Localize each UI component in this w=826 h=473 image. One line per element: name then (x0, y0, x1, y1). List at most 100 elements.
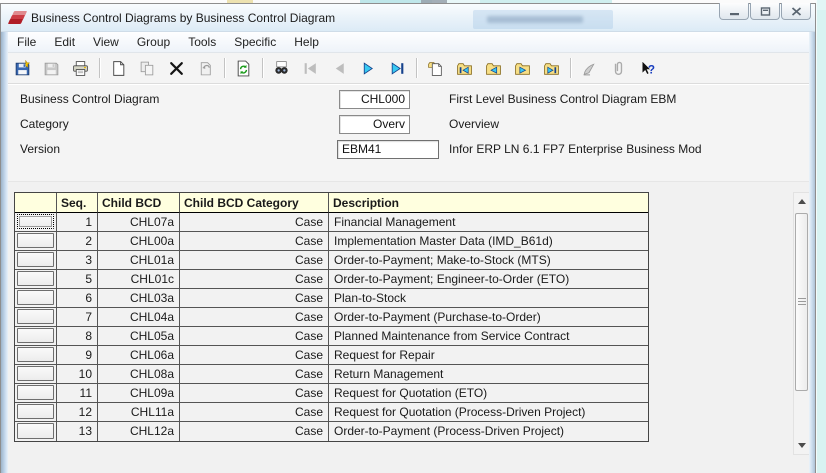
cell-seq[interactable]: 8 (57, 327, 98, 346)
row-selector-button[interactable] (17, 366, 54, 381)
menu-item-specific[interactable]: Specific (225, 32, 285, 52)
menu-item-group[interactable]: Group (128, 32, 179, 52)
scrollbar-thumb[interactable] (795, 213, 808, 391)
last-record-button[interactable] (383, 55, 412, 81)
cell-category[interactable]: Case (180, 384, 329, 403)
cell-child-bcd[interactable]: CHL11a (98, 403, 180, 422)
cell-seq[interactable]: 11 (57, 384, 98, 403)
cell-description[interactable]: Financial Management (329, 213, 648, 232)
context-help-button[interactable]: ? (633, 55, 662, 81)
close-icon (791, 7, 802, 16)
cell-seq[interactable]: 7 (57, 308, 98, 327)
cell-category[interactable]: Case (180, 403, 329, 422)
row-selector-cell (15, 422, 57, 441)
row-selector-button[interactable] (17, 252, 54, 267)
new-record-button[interactable] (104, 55, 133, 81)
cell-seq[interactable]: 5 (57, 270, 98, 289)
scroll-down-button[interactable] (794, 438, 809, 453)
scroll-up-button[interactable] (794, 194, 809, 209)
row-selector-button[interactable] (17, 271, 54, 286)
cell-child-bcd[interactable]: CHL03a (98, 289, 180, 308)
app-icon[interactable] (9, 10, 27, 26)
minimize-button[interactable] (719, 3, 749, 20)
row-selector-button[interactable] (17, 214, 54, 229)
cell-category[interactable]: Case (180, 251, 329, 270)
restore-button[interactable] (750, 3, 780, 20)
cell-child-bcd[interactable]: CHL07a (98, 213, 180, 232)
menu-item-edit[interactable]: Edit (45, 32, 84, 52)
find-button[interactable] (267, 55, 296, 81)
row-selector-button[interactable] (17, 385, 54, 400)
version-field[interactable]: EBM41 (337, 140, 439, 159)
refresh-button[interactable] (229, 55, 258, 81)
cell-child-bcd[interactable]: CHL12a (98, 422, 180, 441)
cell-child-bcd[interactable]: CHL04a (98, 308, 180, 327)
category-field[interactable]: Overv (339, 115, 410, 134)
next-record-button[interactable] (354, 55, 383, 81)
row-selector-button[interactable] (17, 233, 54, 248)
last-group-button[interactable] (537, 55, 566, 81)
row-selector-button[interactable] (17, 423, 54, 439)
delete-button[interactable] (162, 55, 191, 81)
cell-category[interactable]: Case (180, 232, 329, 251)
cell-description[interactable]: Implementation Master Data (IMD_B61d) (329, 232, 648, 251)
cell-category[interactable]: Case (180, 213, 329, 232)
save-and-exit-button[interactable] (8, 55, 37, 81)
cell-category[interactable]: Case (180, 270, 329, 289)
grid-body: 1CHL07aCaseFinancial Management2CHL00aCa… (15, 213, 648, 441)
new-group-button[interactable] (421, 55, 450, 81)
bcd-label: Business Control Diagram (20, 92, 159, 106)
cell-description[interactable]: Order-to-Payment (Purchase-to-Order) (329, 308, 648, 327)
cell-category[interactable]: Case (180, 327, 329, 346)
cell-description[interactable]: Order-to-Payment (Process-Driven Project… (329, 422, 648, 441)
cell-child-bcd[interactable]: CHL01c (98, 270, 180, 289)
cell-description[interactable]: Request for Repair (329, 346, 648, 365)
cell-seq[interactable]: 1 (57, 213, 98, 232)
cell-seq[interactable]: 6 (57, 289, 98, 308)
cell-child-bcd[interactable]: CHL00a (98, 232, 180, 251)
menu-item-help[interactable]: Help (285, 32, 328, 52)
close-button[interactable] (781, 3, 811, 20)
row-selector-button[interactable] (17, 328, 54, 343)
cell-child-bcd[interactable]: CHL09a (98, 384, 180, 403)
save-icon (43, 60, 60, 77)
cell-category[interactable]: Case (180, 346, 329, 365)
cell-seq[interactable]: 10 (57, 365, 98, 384)
cell-category[interactable]: Case (180, 289, 329, 308)
cell-category[interactable]: Case (180, 308, 329, 327)
menu-item-view[interactable]: View (84, 32, 128, 52)
cell-description[interactable]: Request for Quotation (ETO) (329, 384, 648, 403)
cell-child-bcd[interactable]: CHL08a (98, 365, 180, 384)
cell-seq[interactable]: 2 (57, 232, 98, 251)
cell-category[interactable]: Case (180, 365, 329, 384)
revert-button (191, 55, 220, 81)
cell-child-bcd[interactable]: CHL06a (98, 346, 180, 365)
row-selector-button[interactable] (17, 290, 54, 305)
first-group-button[interactable] (450, 55, 479, 81)
cell-description[interactable]: Plan-to-Stock (329, 289, 648, 308)
bcd-field[interactable]: CHL000 (339, 90, 410, 109)
cell-child-bcd[interactable]: CHL01a (98, 251, 180, 270)
cell-seq[interactable]: 12 (57, 403, 98, 422)
cell-seq[interactable]: 13 (57, 422, 98, 441)
cell-description[interactable]: Order-to-Payment; Make-to-Stock (MTS) (329, 251, 648, 270)
cell-description[interactable]: Return Management (329, 365, 648, 384)
print-button[interactable] (66, 55, 95, 81)
cell-description[interactable]: Planned Maintenance from Service Contrac… (329, 327, 648, 346)
cell-child-bcd[interactable]: CHL05a (98, 327, 180, 346)
cell-description[interactable]: Order-to-Payment; Engineer-to-Order (ETO… (329, 270, 648, 289)
prev-group-button[interactable] (479, 55, 508, 81)
cell-description[interactable]: Request for Quotation (Process-Driven Pr… (329, 403, 648, 422)
row-selector-button[interactable] (17, 309, 54, 324)
cell-seq[interactable]: 3 (57, 251, 98, 270)
row-selector-button[interactable] (17, 347, 54, 362)
cell-seq[interactable]: 9 (57, 346, 98, 365)
vertical-scrollbar[interactable] (793, 192, 810, 455)
table-row: 12CHL11aCaseRequest for Quotation (Proce… (15, 403, 648, 422)
next-group-button[interactable] (508, 55, 537, 81)
cell-category[interactable]: Case (180, 422, 329, 441)
save-and-exit-icon (14, 60, 31, 77)
menu-item-file[interactable]: File (8, 32, 45, 52)
row-selector-button[interactable] (17, 404, 54, 419)
menu-item-tools[interactable]: Tools (179, 32, 225, 52)
